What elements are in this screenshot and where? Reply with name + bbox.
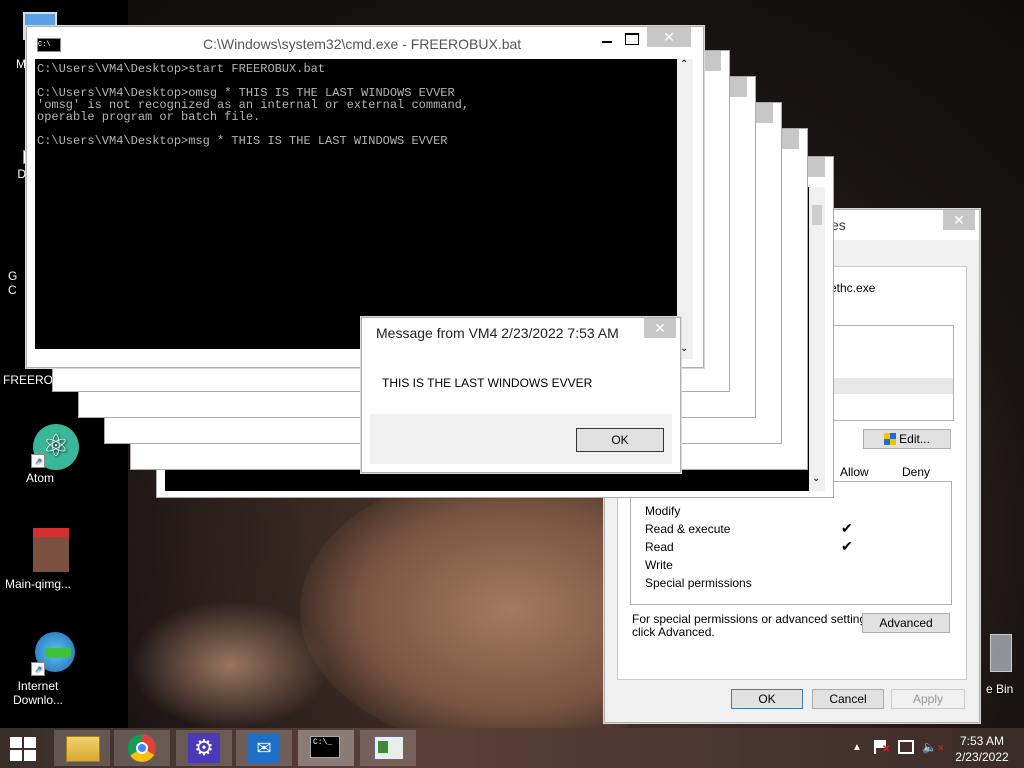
clock[interactable]: 7:53 AM 2/23/2022 <box>950 733 1014 765</box>
cmd-close-button[interactable]: ✕ <box>647 27 691 47</box>
taskbar-mail[interactable]: ✉ <box>236 730 292 766</box>
action-center-flag-icon[interactable]: ✕ <box>874 740 890 755</box>
close-icon: ✕ <box>654 320 666 336</box>
image-icon <box>15 528 69 574</box>
shortcut-arrow-icon: ↗ <box>31 454 45 468</box>
atom-icon: ⚛ ↗ <box>17 422 79 470</box>
deny-column-header: Deny <box>902 465 931 479</box>
cancel-button[interactable]: Cancel <box>812 689 884 709</box>
clock-date: 2/23/2022 <box>955 750 1009 764</box>
scroll-down-icon[interactable]: ⌄ <box>812 473 820 484</box>
message-title: Message from VM4 2/23/2022 7:53 AM <box>376 325 619 341</box>
message-text: THIS IS THE LAST WINDOWS EVVER <box>382 376 593 390</box>
advanced-button[interactable]: Advanced <box>862 613 950 633</box>
desktop-icon-main-qimg[interactable]: Main-qimg... <box>0 528 78 591</box>
cmd-icon: C:\_ <box>310 736 340 758</box>
message-title-bar[interactable]: Message from VM4 2/23/2022 7:53 AM ✕ <box>362 318 680 348</box>
network-icon[interactable] <box>898 740 914 754</box>
minimize-button[interactable] <box>599 35 615 47</box>
edit-button[interactable]: Edit... <box>863 429 951 449</box>
windows-logo-icon <box>10 737 40 761</box>
console-icon: C:\ <box>37 38 61 52</box>
volume-muted-icon[interactable]: 🔈✕ <box>922 740 945 754</box>
permissions-list[interactable]: Modify Read & execute ✔ Read ✔ Write Spe… <box>630 481 952 605</box>
file-explorer-icon <box>66 736 100 762</box>
shield-icon <box>884 433 897 445</box>
allow-check-icon: ✔ <box>841 538 853 554</box>
console-output[interactable]: C:\Users\VM4\Desktop>start FREEROBUX.bat… <box>35 59 677 349</box>
desktop-icon-internet-download-manager[interactable]: ↗ Internet Downlo... <box>0 630 78 707</box>
clock-time: 7:53 AM <box>959 734 1005 748</box>
close-icon: ✕ <box>663 29 675 45</box>
permission-row: Read & execute <box>645 522 731 536</box>
apply-button[interactable]: Apply <box>891 689 965 709</box>
group-user-list[interactable] <box>830 325 954 421</box>
message-content: THIS IS THE LAST WINDOWS EVVER <box>370 348 672 414</box>
allow-check-icon: ✔ <box>841 520 853 536</box>
list-item-selected[interactable] <box>831 378 953 394</box>
scrollbar[interactable]: ⌄ <box>809 187 825 491</box>
cmd-title-bar[interactable]: C:\ C:\Windows\system32\cmd.exe - FREERO… <box>27 27 703 59</box>
close-icon: ✕ <box>953 212 965 228</box>
permission-row: Write <box>645 558 673 572</box>
message-dialog[interactable]: Message from VM4 2/23/2022 7:53 AM ✕ THI… <box>361 317 681 473</box>
properties-close-button[interactable]: ✕ <box>943 210 975 230</box>
message-close-button[interactable]: ✕ <box>644 318 676 338</box>
permission-row: Read <box>645 540 674 554</box>
taskbar-file-explorer[interactable] <box>54 730 110 766</box>
taskbar-control-panel[interactable] <box>360 730 416 766</box>
taskbar-settings[interactable]: ⚙ <box>176 730 232 766</box>
ok-button[interactable]: OK <box>731 689 803 709</box>
mail-icon: ✉ <box>248 733 280 763</box>
message-ok-button[interactable]: OK <box>576 428 664 452</box>
taskbar: ⚙ ✉ C:\_ ▲ ✕ 🔈✕ 7:53 AM 2/23/2022 <box>0 728 1024 768</box>
scroll-up-icon[interactable]: ⌃ <box>680 59 688 70</box>
advanced-hint: For special permissions or advanced sett… <box>632 612 876 639</box>
shortcut-arrow-icon: ↗ <box>31 662 45 676</box>
control-panel-icon <box>374 736 404 760</box>
settings-icon: ⚙ <box>188 733 220 763</box>
wallpaper-shape <box>130 600 330 730</box>
object-name: ethc.exe <box>830 281 876 295</box>
taskbar-cmd[interactable]: C:\_ <box>298 730 354 766</box>
taskbar-chrome[interactable] <box>114 730 170 766</box>
allow-column-header: Allow <box>840 465 869 479</box>
show-hidden-icons-icon[interactable]: ▲ <box>852 742 862 753</box>
desktop-icon-atom[interactable]: ⚛ ↗ Atom <box>0 422 80 485</box>
permission-row: Modify <box>645 504 681 518</box>
cmd-scrollbar[interactable]: ⌃ ⌄ <box>677 59 693 359</box>
permission-row: Special permissions <box>645 576 752 590</box>
chrome-icon <box>128 734 156 762</box>
idm-icon: ↗ <box>15 630 75 676</box>
scroll-down-icon[interactable]: ⌄ <box>680 343 688 354</box>
start-button[interactable] <box>10 737 40 761</box>
maximize-button[interactable] <box>625 33 639 45</box>
cmd-title: C:\Windows\system32\cmd.exe - FREEROBUX.… <box>203 36 522 52</box>
